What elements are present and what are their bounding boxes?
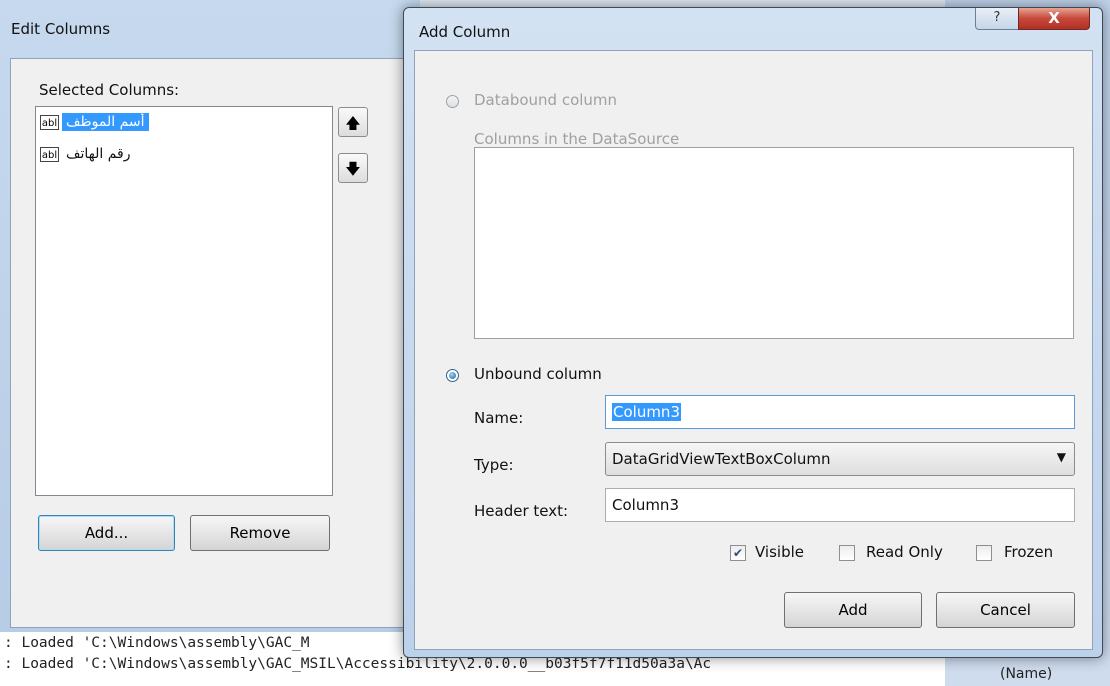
frozen-label: Frozen: [1004, 543, 1054, 561]
read-only-label: Read Only: [866, 543, 943, 561]
close-button[interactable]: X: [1018, 8, 1090, 30]
type-dropdown[interactable]: DataGridViewTextBoxColumn ▼: [605, 442, 1075, 476]
databound-label: Databound column: [474, 91, 618, 109]
visible-checkbox[interactable]: ✔: [730, 545, 746, 561]
remove-column-button[interactable]: Remove: [190, 515, 330, 551]
add-button[interactable]: Add: [784, 592, 922, 628]
datasource-label: Columns in the DataSource: [474, 130, 680, 148]
output-line: : Loaded 'C:\Windows\assembly\GAC_M: [4, 635, 310, 651]
unbound-radio[interactable]: [446, 369, 459, 382]
name-label: Name:: [474, 409, 524, 427]
type-value: DataGridViewTextBoxColumn: [612, 450, 831, 468]
name-value: Column3: [612, 403, 681, 421]
frozen-checkbox[interactable]: [976, 545, 992, 561]
property-name-label: (Name): [1000, 666, 1053, 682]
help-icon: ?: [993, 10, 1001, 25]
arrow-up-icon: 🡅: [345, 114, 361, 132]
output-line: : Loaded 'C:\Windows\assembly\GAC_MSIL\A…: [4, 656, 712, 672]
dialog-title: Add Column: [419, 23, 511, 41]
help-button[interactable]: ?: [975, 8, 1019, 30]
checkmark-icon: ✔: [732, 546, 744, 560]
selected-columns-label: Selected Columns:: [39, 81, 180, 99]
header-text-field[interactable]: Column3: [605, 488, 1075, 522]
type-label: Type:: [474, 456, 514, 474]
edit-columns-title: Edit Columns: [11, 20, 111, 38]
dropdown-arrow-icon: ▼: [1056, 450, 1066, 464]
edit-columns-client: Selected Columns: abl أسم الموظف abl رقم…: [10, 58, 414, 628]
textbox-column-icon: abl: [40, 146, 59, 162]
list-item-label: رقم الهاتف: [66, 146, 131, 162]
arrow-down-icon: 🡇: [345, 160, 361, 178]
add-column-button[interactable]: Add...: [38, 515, 175, 551]
header-text-label: Header text:: [474, 502, 569, 520]
selected-columns-list[interactable]: abl أسم الموظف abl رقم الهاتف: [35, 106, 333, 496]
list-item[interactable]: abl أسم الموظف: [40, 111, 149, 133]
visible-label: Visible: [755, 543, 804, 561]
dialog-client: Databound column Columns in the DataSour…: [414, 50, 1093, 650]
list-item-label: أسم الموظف: [62, 113, 149, 131]
header-text-value: Column3: [612, 496, 679, 514]
databound-radio[interactable]: [446, 95, 459, 108]
cancel-button[interactable]: Cancel: [936, 592, 1075, 628]
name-field[interactable]: Column3: [605, 395, 1075, 429]
move-down-button[interactable]: 🡇: [338, 153, 368, 183]
read-only-checkbox[interactable]: [839, 545, 855, 561]
textbox-column-icon: abl: [40, 114, 59, 130]
move-up-button[interactable]: 🡅: [338, 107, 368, 137]
edit-columns-window: Edit Columns Selected Columns: abl أسم ا…: [0, 0, 420, 632]
list-item[interactable]: abl رقم الهاتف: [40, 143, 134, 165]
close-icon: X: [1048, 9, 1060, 27]
datasource-columns-list: [474, 147, 1074, 339]
unbound-label: Unbound column: [474, 365, 602, 383]
add-column-dialog: Add Column ? X Databound column Columns …: [403, 7, 1103, 658]
